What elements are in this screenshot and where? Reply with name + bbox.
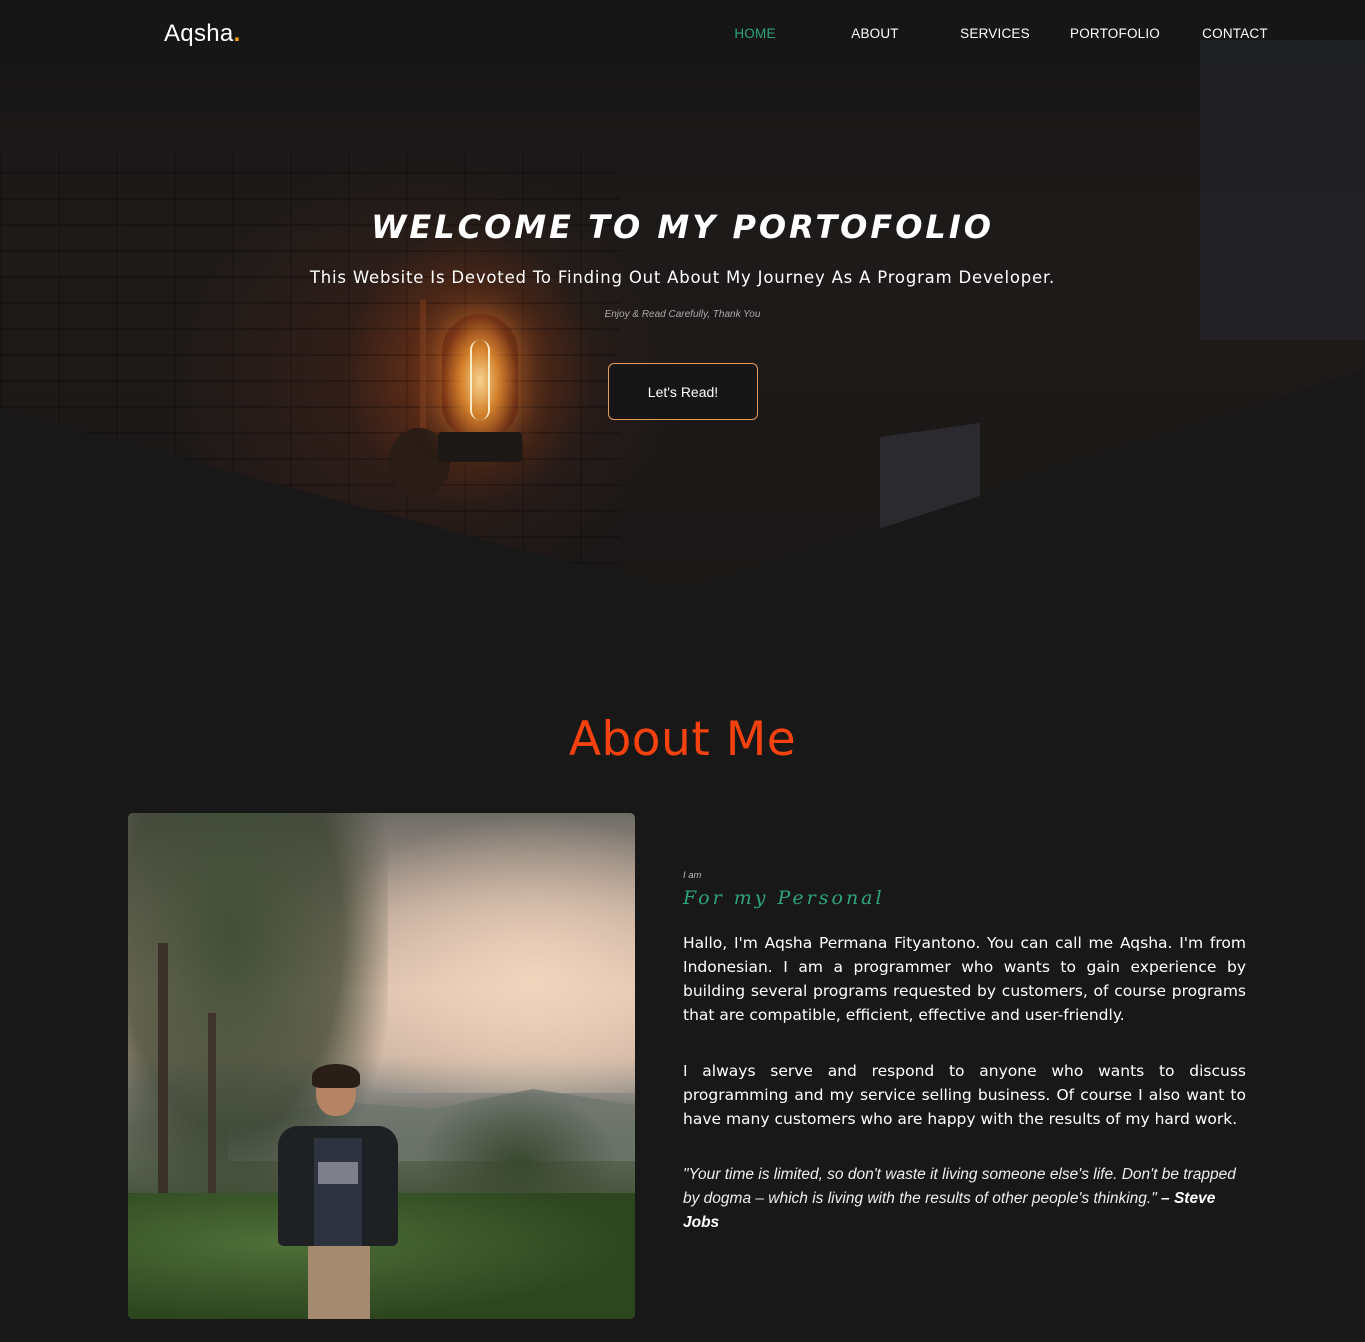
hero-subtitle: This Website Is Devoted To Finding Out A… <box>309 268 1056 287</box>
person-shirt <box>314 1138 362 1248</box>
about-paragraph-2: I always serve and respond to anyone who… <box>683 1062 1246 1128</box>
hero-content: WELCOME TO MY PORTOFOLIO This Website Is… <box>0 0 1365 600</box>
photo-trunk <box>158 943 168 1203</box>
site-logo[interactable]: Aqsha. <box>164 20 241 48</box>
hero-title: WELCOME TO MY PORTOFOLIO <box>371 208 994 246</box>
photo-trunk <box>208 1013 216 1213</box>
about-paragraph-1: Hallo, I'm Aqsha Permana Fityantono. You… <box>683 934 1246 1024</box>
person-legs <box>308 1246 370 1319</box>
nav-link-home[interactable]: HOME <box>695 26 815 41</box>
nav-link-contact[interactable]: CONTACT <box>1175 26 1295 41</box>
photo-person <box>278 1064 398 1319</box>
nav-link-services[interactable]: SERVICES <box>935 26 1055 41</box>
about-tagline: For my Personal <box>683 887 885 909</box>
logo-text: Aqsha <box>164 20 234 47</box>
i-am-label: I am <box>683 870 702 881</box>
hero-section: WELCOME TO MY PORTOFOLIO This Website Is… <box>0 0 1365 600</box>
logo-dot: . <box>233 20 241 47</box>
person-hair <box>312 1064 360 1088</box>
nav-link-portofolio[interactable]: PORTOFOLIO <box>1055 26 1175 41</box>
profile-photo <box>128 813 635 1319</box>
quote-text: "Your time is limited, so don't waste it… <box>683 1166 1236 1207</box>
nav-link-about[interactable]: ABOUT <box>815 26 935 41</box>
about-quote: "Your time is limited, so don't waste it… <box>683 1163 1246 1235</box>
lets-read-button[interactable]: Let's Read! <box>608 363 758 420</box>
about-title: About Me <box>568 712 797 767</box>
about-text: I am For my Personal Hallo, I'm Aqsha Pe… <box>683 870 1246 1235</box>
navbar: Aqsha. HOME ABOUT SERVICES PORTOFOLIO CO… <box>0 0 1365 70</box>
nav-links: HOME ABOUT SERVICES PORTOFOLIO CONTACT <box>695 26 1295 41</box>
hero-note: Enjoy & Read Carefully, Thank You <box>604 309 761 320</box>
person-shirt-print <box>318 1162 358 1184</box>
